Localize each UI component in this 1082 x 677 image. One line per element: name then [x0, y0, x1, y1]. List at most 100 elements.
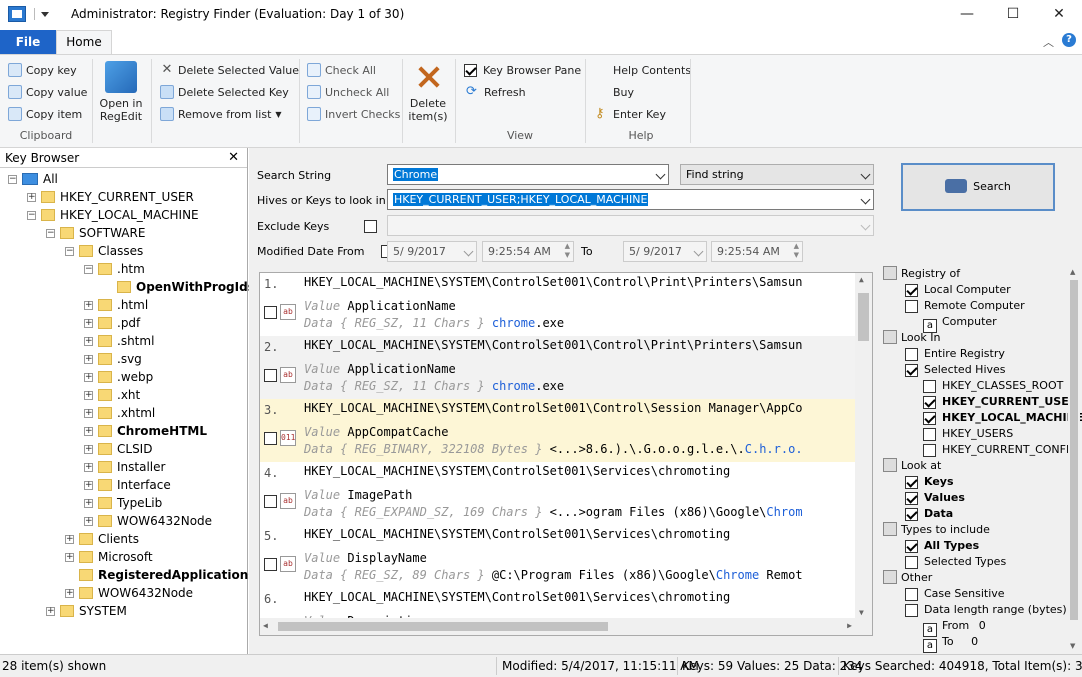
scroll-up-icon[interactable]: ▲: [859, 275, 864, 284]
close-pane-icon[interactable]: ✕: [228, 148, 239, 168]
date-from-input[interactable]: 5/ 9/2017: [387, 241, 477, 262]
collapse-ribbon-icon[interactable]: ︿: [1043, 34, 1054, 50]
uncheck-all-button[interactable]: Uncheck All: [307, 82, 389, 102]
expand-icon[interactable]: +: [65, 553, 74, 562]
scroll-left-icon[interactable]: ◀: [263, 621, 268, 630]
tab-file[interactable]: File: [0, 30, 56, 54]
tab-home[interactable]: Home: [56, 30, 112, 55]
expand-icon[interactable]: +: [84, 427, 93, 436]
help-icon[interactable]: ?: [1062, 33, 1076, 47]
tree-node[interactable]: CLSID: [98, 440, 152, 458]
result-checkbox[interactable]: [264, 432, 277, 445]
tree-node[interactable]: Interface: [98, 476, 171, 494]
option-local-computer[interactable]: Local Computer: [905, 282, 1011, 298]
option-checkbox[interactable]: [905, 507, 918, 521]
expand-icon[interactable]: +: [84, 499, 93, 508]
option-hklm[interactable]: HKEY_LOCAL_MACHINE: [923, 410, 1082, 426]
tree-node[interactable]: WOW6432Node: [79, 584, 193, 602]
invert-checks-button[interactable]: Invert Checks: [307, 104, 400, 124]
collapse-icon[interactable]: −: [84, 265, 93, 274]
option-checkbox[interactable]: [905, 283, 918, 297]
exclude-keys-checkbox[interactable]: [364, 219, 377, 233]
expand-icon[interactable]: +: [84, 337, 93, 346]
option-keys[interactable]: Keys: [905, 474, 954, 490]
tree-node[interactable]: .xhtml: [98, 404, 155, 422]
copy-item-button[interactable]: Copy item: [8, 104, 82, 124]
refresh-button[interactable]: ⟳ Refresh: [466, 82, 526, 102]
option-checkbox[interactable]: [905, 587, 918, 601]
option-to[interactable]: a To 0: [923, 634, 978, 653]
option-checkbox[interactable]: [905, 539, 918, 553]
option-checkbox[interactable]: [905, 299, 918, 313]
option-checkbox[interactable]: [905, 491, 918, 505]
option-checkbox[interactable]: [905, 475, 918, 489]
expand-icon[interactable]: +: [84, 409, 93, 418]
help-contents-button[interactable]: Help Contents: [613, 60, 691, 80]
option-data-length[interactable]: Data length range (bytes): [905, 602, 1067, 618]
option-hkcr[interactable]: HKEY_CLASSES_ROOT: [923, 378, 1063, 394]
copy-value-button[interactable]: Copy value: [8, 82, 87, 102]
spinner-icon[interactable]: ▲ ▼: [565, 242, 570, 260]
expand-icon[interactable]: +: [65, 535, 74, 544]
delete-selected-value-button[interactable]: ✕ Delete Selected Value: [160, 60, 299, 80]
chevron-down-icon[interactable]: [860, 169, 871, 180]
option-checkbox[interactable]: [923, 427, 936, 441]
result-item[interactable]: 1. HKEY_LOCAL_MACHINE\SYSTEM\ControlSet00…: [260, 273, 856, 336]
result-item[interactable]: 5. HKEY_LOCAL_MACHINE\SYSTEM\ControlSet00…: [260, 525, 856, 588]
tree-node[interactable]: WOW6432Node: [98, 512, 212, 530]
tree-node[interactable]: SOFTWARE: [60, 224, 145, 242]
find-mode-select[interactable]: Find string: [680, 164, 874, 185]
tree-node[interactable]: Installer: [98, 458, 165, 476]
maximize-button[interactable]: ☐: [990, 0, 1036, 30]
tree-node[interactable]: .htm: [98, 260, 145, 278]
tree-node[interactable]: RegisteredApplications: [79, 566, 255, 584]
option-hku[interactable]: HKEY_USERS: [923, 426, 1013, 442]
option-checkbox[interactable]: [905, 363, 918, 377]
tree-node[interactable]: .svg: [98, 350, 142, 368]
option-case-sensitive[interactable]: Case Sensitive: [905, 586, 1005, 602]
expand-icon[interactable]: +: [84, 319, 93, 328]
option-selected-types[interactable]: Selected Types: [905, 554, 1006, 570]
key-browser-pane-toggle[interactable]: Key Browser Pane: [464, 60, 581, 80]
expand-icon[interactable]: +: [84, 517, 93, 526]
expand-icon[interactable]: +: [65, 589, 74, 598]
option-checkbox[interactable]: [923, 411, 936, 425]
calendar-dropdown-icon[interactable]: [693, 246, 704, 257]
expand-icon[interactable]: +: [46, 607, 55, 616]
tree-node[interactable]: SYSTEM: [60, 602, 127, 620]
check-all-button[interactable]: Check All: [307, 60, 376, 80]
time-to-input[interactable]: 9:25:54 AM ▲ ▼: [711, 241, 803, 262]
tree-node[interactable]: .xht: [98, 386, 140, 404]
tree-node[interactable]: .shtml: [98, 332, 154, 350]
tree-node[interactable]: .html: [98, 296, 148, 314]
scroll-down-icon[interactable]: ▼: [859, 608, 864, 617]
tree-node[interactable]: .webp: [98, 368, 153, 386]
option-checkbox[interactable]: [905, 347, 918, 361]
expand-icon[interactable]: +: [84, 445, 93, 454]
scrollbar-thumb[interactable]: [858, 293, 869, 341]
remove-from-list-button[interactable]: Remove from list ▼: [160, 104, 282, 124]
option-values[interactable]: Values: [905, 490, 965, 506]
result-checkbox[interactable]: [264, 495, 277, 508]
result-checkbox[interactable]: [264, 558, 277, 571]
copy-key-button[interactable]: Copy key: [8, 60, 77, 80]
expand-icon[interactable]: +: [27, 193, 36, 202]
vertical-scrollbar[interactable]: ▲ ▼: [855, 273, 872, 619]
option-checkbox[interactable]: [923, 379, 936, 393]
option-hkcu[interactable]: HKEY_CURRENT_USER: [923, 394, 1077, 410]
close-button[interactable]: ✕: [1036, 0, 1082, 30]
option-hkcc[interactable]: HKEY_CURRENT_CONFIG: [923, 442, 1078, 458]
scroll-up-icon[interactable]: ▲: [1070, 268, 1075, 276]
buy-button[interactable]: Buy: [613, 82, 634, 102]
option-checkbox[interactable]: [905, 555, 918, 569]
expand-icon[interactable]: +: [84, 373, 93, 382]
option-all-types[interactable]: All Types: [905, 538, 979, 554]
option-checkbox[interactable]: [905, 603, 918, 617]
search-string-input[interactable]: Chrome: [387, 164, 669, 185]
option-checkbox[interactable]: [923, 395, 936, 409]
scroll-down-icon[interactable]: ▼: [1070, 642, 1075, 650]
tree-node[interactable]: Clients: [79, 530, 139, 548]
option-entire-registry[interactable]: Entire Registry: [905, 346, 1005, 362]
expand-icon[interactable]: +: [84, 355, 93, 364]
spinner-icon[interactable]: ▲ ▼: [794, 242, 799, 260]
